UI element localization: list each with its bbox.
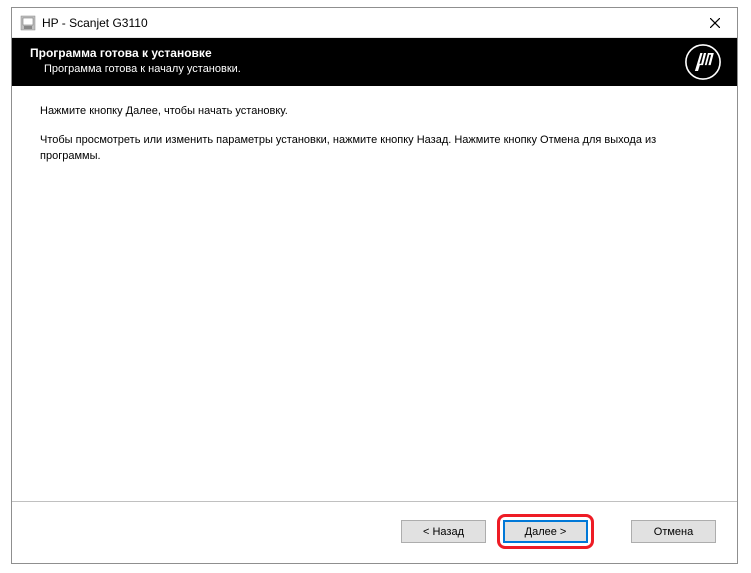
content-area: Нажмите кнопку Далее, чтобы начать устан… <box>12 86 737 501</box>
instruction-text-1: Нажмите кнопку Далее, чтобы начать устан… <box>40 104 709 119</box>
header-subtitle: Программа готова к началу установки. <box>44 63 719 75</box>
header-banner: Программа готова к установке Программа г… <box>12 38 737 86</box>
instruction-text-2: Чтобы просмотреть или изменить параметры… <box>40 133 709 164</box>
close-button[interactable] <box>692 8 737 37</box>
next-button-highlight: Далее > <box>497 514 594 549</box>
app-icon <box>20 15 36 31</box>
back-button[interactable]: < Назад <box>401 520 486 543</box>
titlebar: HP - Scanjet G3110 <box>12 8 737 38</box>
header-title: Программа готова к установке <box>30 46 719 60</box>
close-icon <box>710 18 720 28</box>
next-button[interactable]: Далее > <box>503 520 588 543</box>
cancel-button[interactable]: Отмена <box>631 520 716 543</box>
hp-logo-icon <box>685 44 721 80</box>
window-title: HP - Scanjet G3110 <box>42 16 692 30</box>
installer-window: HP - Scanjet G3110 Программа готова к ус… <box>11 7 738 564</box>
button-bar: < Назад Далее > Отмена <box>12 501 737 563</box>
